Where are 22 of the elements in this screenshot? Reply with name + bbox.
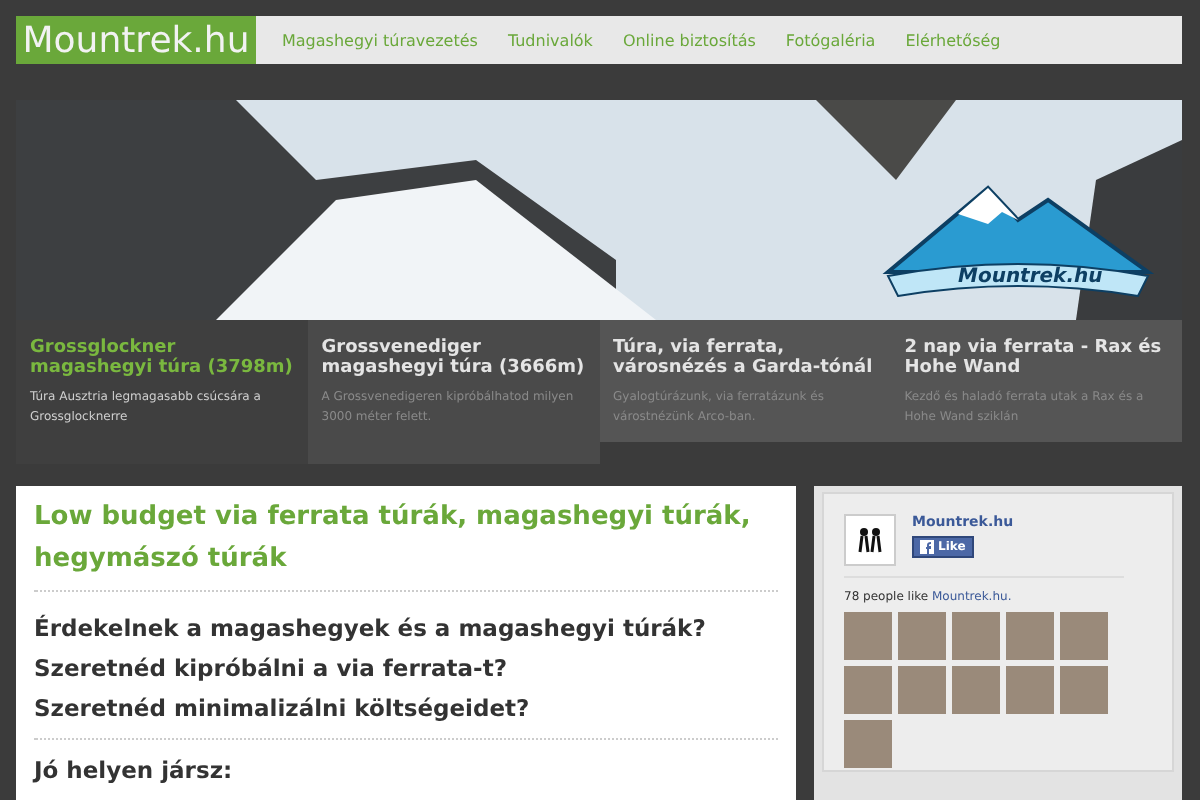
slide-title: Túra, via ferrata, városnézés a Garda-tónál <box>613 338 875 378</box>
fan-photo-placeholder[interactable] <box>1006 666 1054 714</box>
fan-photo-placeholder[interactable] <box>844 666 892 714</box>
slide-title: Grossglockner magashegyi túra (3798m) <box>30 338 294 378</box>
fan-photo-placeholder[interactable] <box>1060 666 1108 714</box>
facebook-icon <box>920 540 934 554</box>
fan-photo-placeholder[interactable] <box>1060 612 1108 660</box>
question-text: Szeretnéd minimalizálni költségeidet? <box>34 692 532 726</box>
fan-photo-placeholder[interactable] <box>1006 612 1054 660</box>
slide-title: Grossvenediger magashegyi túra (3666m) <box>321 338 585 378</box>
fan-photo-placeholder[interactable] <box>844 720 892 768</box>
hikers-logo-icon <box>844 514 896 566</box>
fan-photo-placeholder[interactable] <box>844 612 892 660</box>
question-text: Szeretnéd kipróbálni a via ferrata-t? <box>34 652 509 686</box>
question-text: Érdekelnek a magashegyek és a magashegyi túrák? <box>34 612 708 646</box>
subheading: Jó helyen jársz: <box>34 754 235 788</box>
fan-photo-placeholder[interactable] <box>898 612 946 660</box>
fan-photo-placeholder[interactable] <box>898 666 946 714</box>
page-heading: Low budget via ferrata túrák, magashegyi túrák, hegymászó túrák <box>34 496 778 592</box>
fan-photo-placeholder[interactable] <box>952 612 1000 660</box>
fan-photo-placeholder[interactable] <box>952 666 1000 714</box>
slide-title: 2 nap via ferrata - Rax és Hohe Wand <box>904 338 1164 378</box>
